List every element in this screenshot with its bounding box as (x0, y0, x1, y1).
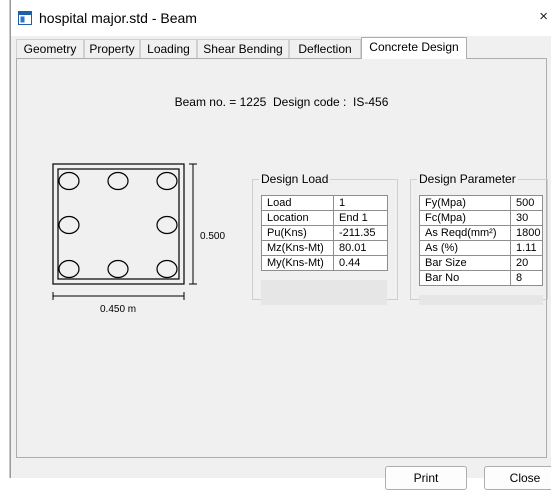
my-value: 0.44 (333, 255, 388, 271)
load-label: Load (261, 195, 334, 211)
bar-size-label: Bar Size (419, 255, 511, 271)
tab-geometry[interactable]: Geometry (16, 39, 84, 58)
rebar-bottom-middle (107, 259, 129, 279)
table-row: Fc(Mpa) 30 (419, 210, 543, 226)
rebar-top-middle (107, 171, 129, 191)
close-button[interactable]: Close (484, 466, 551, 490)
design-load-group: Design Load Load 1 Location End 1 Pu(Kns) -… (252, 172, 398, 305)
fc-label: Fc(Mpa) (419, 210, 511, 226)
design-load-table: Load 1 Location End 1 Pu(Kns) -211.35 Mz(Kn… (261, 195, 388, 271)
as-reqd-value: 1800 (510, 225, 543, 241)
table-row: As (%) 1.11 (419, 240, 543, 256)
background-window-edge (0, 0, 10, 478)
title-bar[interactable]: hospital major.std - Beam × (11, 0, 551, 36)
design-load-title: Design Load (261, 172, 329, 186)
table-row: Location End 1 (261, 210, 388, 226)
table-row: Fy(Mpa) 500 (419, 195, 543, 211)
design-load-empty-area (261, 280, 387, 305)
tab-shear-bending[interactable]: Shear Bending (197, 39, 289, 58)
design-parameter-title: Design Parameter (419, 172, 516, 186)
my-label: My(Kns-Mt) (261, 255, 334, 271)
tab-loading[interactable]: Loading (140, 39, 197, 58)
beam-info: Beam no. = 1225 Design code : IS-456 (17, 95, 546, 109)
window-title: hospital major.std - Beam (39, 10, 197, 26)
table-row: My(Kns-Mt) 0.44 (261, 255, 388, 271)
load-value: 1 (333, 195, 388, 211)
table-row: Pu(Kns) -211.35 (261, 225, 388, 241)
fy-value: 500 (510, 195, 543, 211)
table-row: Load 1 (261, 195, 388, 211)
location-value: End 1 (333, 210, 388, 226)
table-row: Bar No 8 (419, 270, 543, 286)
height-label: 0.500 (200, 231, 225, 242)
beam-number: Beam no. = 1225 (174, 95, 267, 109)
tab-property[interactable]: Property (84, 39, 140, 58)
design-parameter-empty-area (419, 295, 543, 305)
location-label: Location (261, 210, 334, 226)
rebar-top-right (156, 171, 178, 191)
bar-no-value: 8 (510, 270, 543, 286)
tab-deflection[interactable]: Deflection (289, 39, 361, 58)
rebar-mid-right (156, 215, 178, 235)
as-percent-label: As (%) (419, 240, 511, 256)
fc-value: 30 (510, 210, 543, 226)
table-row: Mz(Kns-Mt) 80.01 (261, 240, 388, 256)
as-reqd-label: As Reqd(mm²) (419, 225, 511, 241)
pu-value: -211.35 (333, 225, 388, 241)
bar-no-label: Bar No (419, 270, 511, 286)
design-code: Design code : IS-456 (273, 95, 389, 109)
mz-value: 80.01 (333, 240, 388, 256)
beam-cross-section: 0.500 0.450 m (52, 163, 225, 314)
beam-dialog: hospital major.std - Beam × Geometry Pro… (10, 0, 551, 490)
table-row: Bar Size 20 (419, 255, 543, 271)
fy-label: Fy(Mpa) (419, 195, 511, 211)
close-icon[interactable]: × (539, 8, 548, 25)
rebar-mid-left (58, 215, 80, 235)
tab-strip: Geometry Property Loading Shear Bending … (11, 37, 551, 59)
section-outer-outline (52, 163, 185, 285)
design-parameter-table: Fy(Mpa) 500 Fc(Mpa) 30 As Reqd(mm²) 1800 As… (419, 195, 543, 286)
table-row: As Reqd(mm²) 1800 (419, 225, 543, 241)
width-label: 0.450 m (100, 304, 136, 314)
tab-concrete-design[interactable]: Concrete Design (361, 37, 467, 59)
app-window-icon (18, 11, 32, 25)
rebar-top-left (58, 171, 80, 191)
print-button[interactable]: Print (385, 466, 467, 490)
pu-label: Pu(Kns) (261, 225, 334, 241)
concrete-design-panel: Beam no. = 1225 Design code : IS-456 0.5… (16, 58, 548, 458)
rebar-bottom-left (58, 259, 80, 279)
bar-size-value: 20 (510, 255, 543, 271)
as-percent-value: 1.11 (510, 240, 543, 256)
rebar-bottom-right (156, 259, 178, 279)
mz-label: Mz(Kns-Mt) (261, 240, 334, 256)
design-parameter-group: Design Parameter Fy(Mpa) 500 Fc(Mpa) 30 As… (410, 172, 548, 305)
